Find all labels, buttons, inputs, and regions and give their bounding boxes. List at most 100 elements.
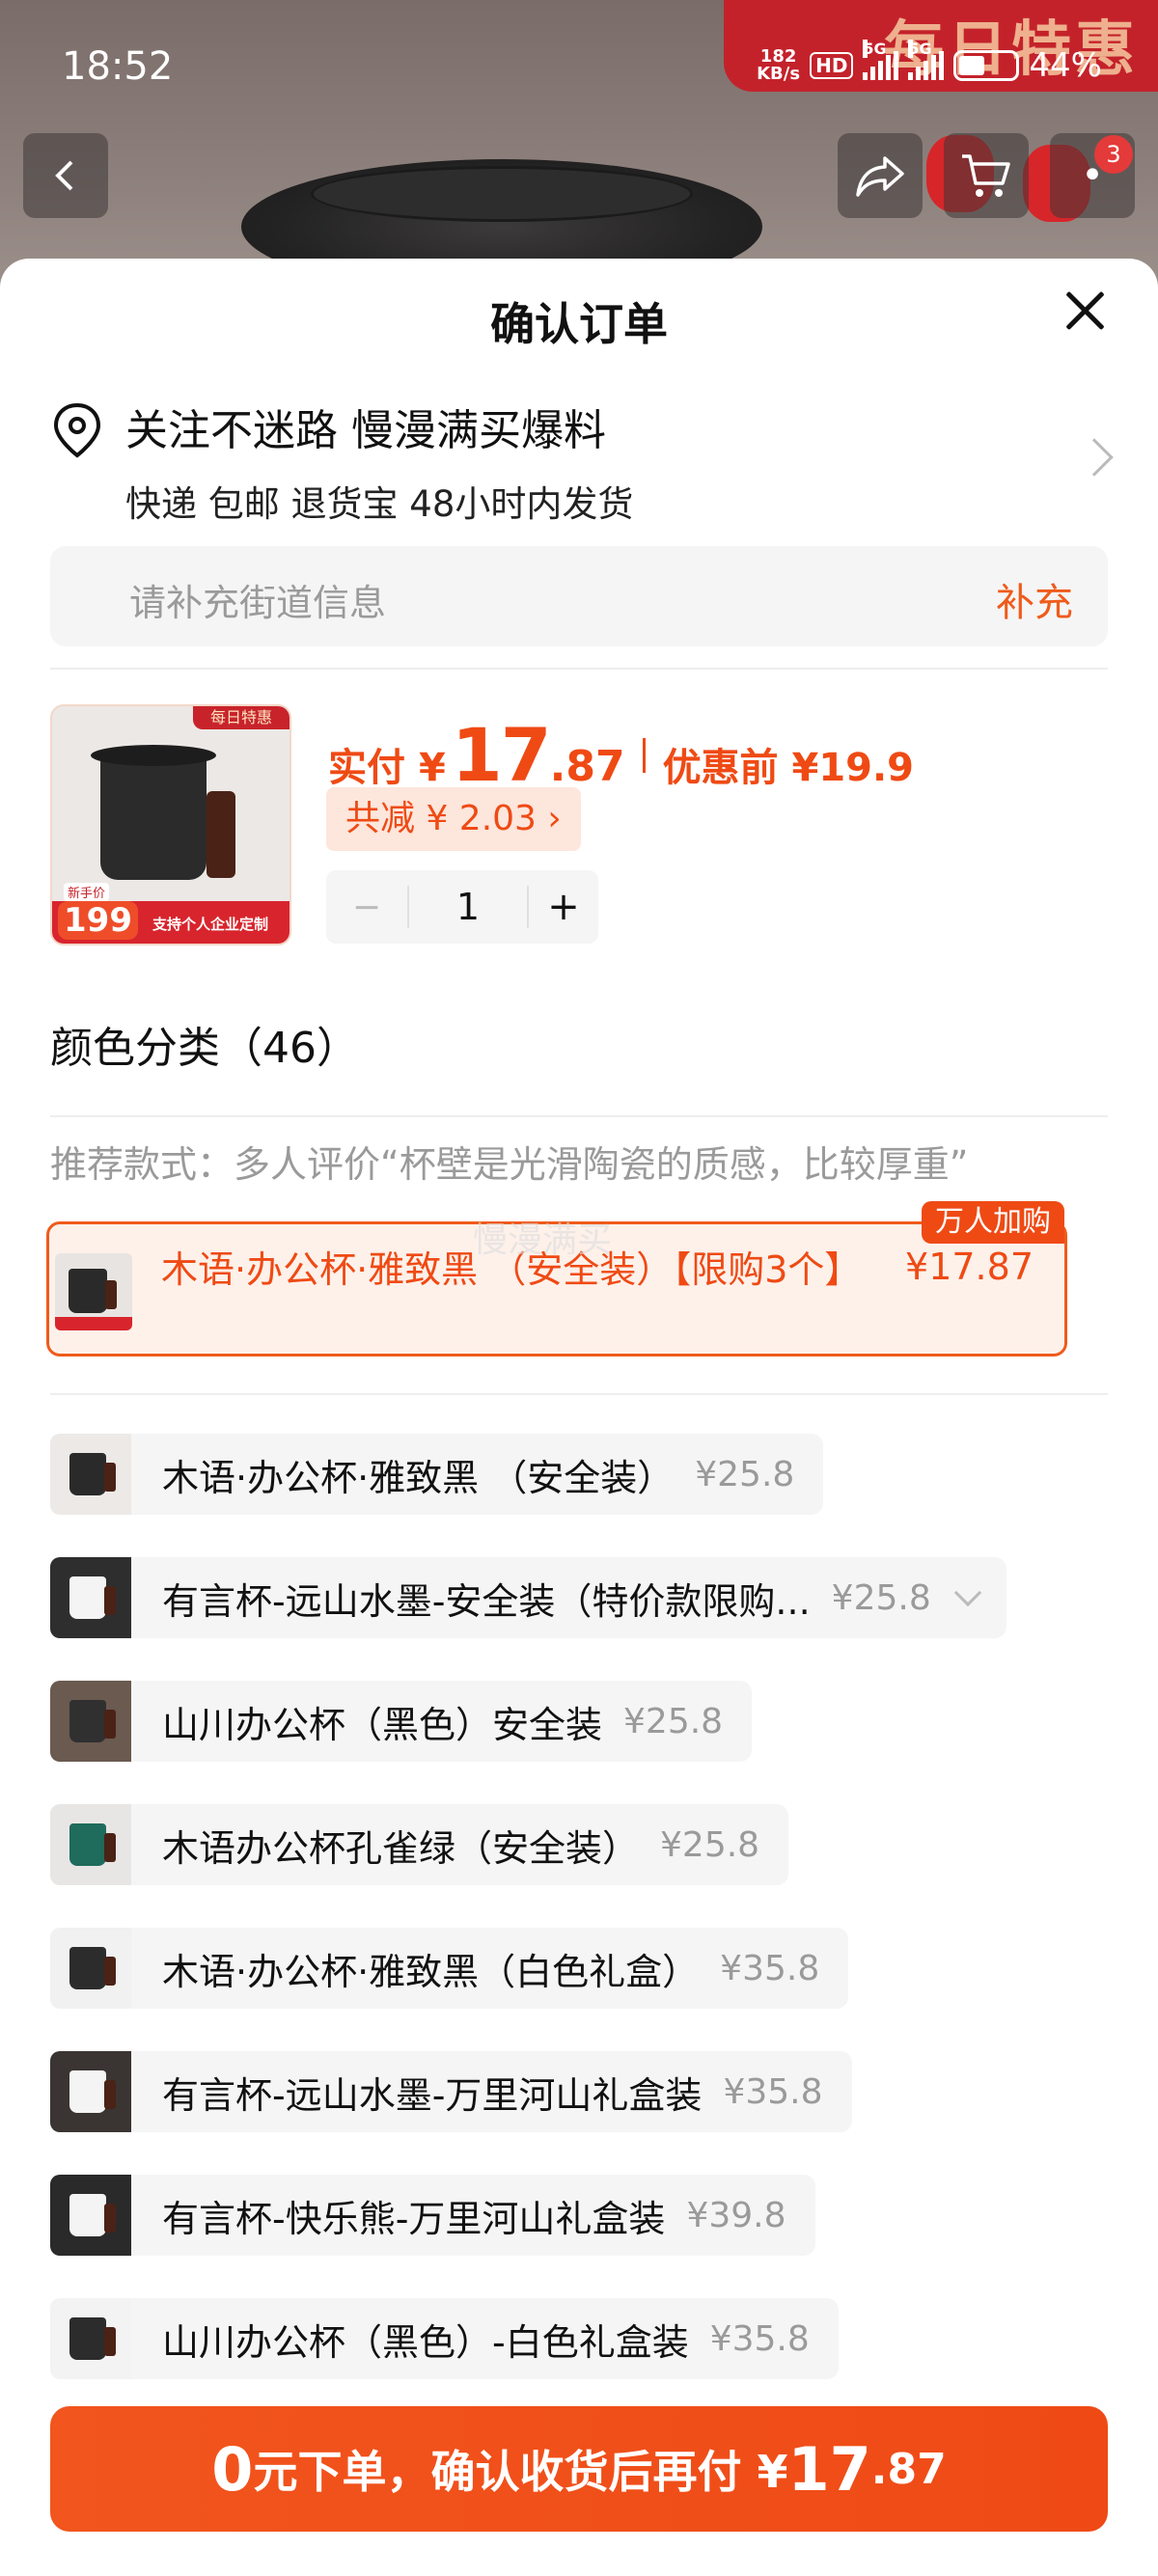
cup-lid [91, 745, 216, 766]
cart-button[interactable] [944, 133, 1029, 218]
location-pin-icon [53, 402, 101, 458]
cup-handle [104, 2327, 116, 2356]
option-item[interactable]: 木语办公杯孔雀绿（安全装） ¥25.8 [50, 1804, 789, 1885]
option-name: 山川办公杯（黑色）安全装 [162, 1703, 603, 1746]
cup-image [100, 754, 207, 880]
chevron-right-icon [1075, 438, 1114, 477]
quantity-stepper: − 1 + [326, 870, 598, 944]
option-thumbnail [50, 2298, 131, 2379]
option-thumbnail [55, 1253, 132, 1330]
cup-handle [104, 2080, 116, 2109]
cup-handle [104, 1833, 116, 1862]
cup-image [69, 2317, 106, 2360]
chevron-left-icon [55, 160, 73, 191]
hd-icon: HD [810, 52, 854, 79]
discount-chip[interactable]: 共减 ¥ 2.03 › [326, 787, 581, 851]
option-price: ¥39.8 [686, 2195, 786, 2235]
chevron-down-icon[interactable] [953, 1578, 981, 1607]
option-item[interactable]: 有言杯-远山水墨-安全装（特价款限购... ¥25.8 [50, 1557, 1006, 1638]
signal-icon: 5G [908, 40, 945, 80]
option-item[interactable]: 山川办公杯（黑色）-白色礼盒装 ¥35.8 [50, 2298, 839, 2379]
option-item[interactable]: 山川办公杯（黑色）安全装 ¥25.8 [50, 1681, 753, 1762]
option-name: 木语办公杯孔雀绿（安全装） [162, 1826, 640, 1870]
option-thumbnail [50, 2175, 131, 2256]
more-button[interactable]: • 3 [1050, 133, 1135, 218]
battery-percent: 44% [1029, 46, 1102, 85]
daily-deal-tag: 每日特惠 [193, 706, 290, 729]
decrease-button[interactable]: − [326, 888, 407, 927]
option-name: 木语·办公杯·雅致黑（白色礼盒） [162, 1950, 700, 1993]
watermark: 慢漫满买 [473, 1220, 613, 1260]
cup-handle [104, 1586, 116, 1615]
option-item[interactable]: 木语·办公杯·雅致黑 （安全装） ¥25.8 [50, 1434, 824, 1515]
option-name: 有言杯-远山水墨-万里河山礼盒装 [162, 2073, 703, 2117]
system-indicators: 182 KB/s HD 5G 5G 44% [757, 40, 1102, 85]
net-speed: 182 KB/s [757, 46, 801, 84]
thumbnail-slogan: 支持个人企业定制 [152, 916, 269, 933]
cart-icon [962, 154, 1010, 197]
price-line: 实付 ¥ 17 .87 优惠前 ¥19.9 [328, 712, 914, 798]
cup-handle [104, 1710, 116, 1739]
divider [50, 668, 1108, 670]
cup-image [69, 1453, 106, 1495]
option-price: ¥25.8 [660, 1824, 760, 1865]
supplement-button[interactable]: 补充 [996, 571, 1073, 627]
option-thumbnail [50, 1434, 131, 1515]
option-price: ¥25.8 [695, 1454, 795, 1494]
address-row[interactable]: 关注不迷路 慢漫满买爆料 快递 包邮 退货宝 48小时内发货 [50, 396, 1114, 531]
option-thumbnail [50, 1928, 131, 2009]
increase-button[interactable]: + [529, 885, 598, 929]
sheet-title: 确认订单 [490, 298, 668, 350]
option-name: 山川办公杯（黑色）-白色礼盒装 [162, 2320, 689, 2364]
price-decimal: .87 [549, 742, 625, 791]
option-price: ¥25.8 [623, 1701, 724, 1741]
original-price: 优惠前 ¥19.9 [662, 746, 915, 790]
option-item[interactable]: 有言杯-快乐熊-万里河山礼盒装 ¥39.8 [50, 2175, 815, 2256]
option-item[interactable]: 有言杯-远山水墨-万里河山礼盒装 ¥35.8 [50, 2051, 852, 2132]
quantity-value[interactable]: 1 [407, 886, 529, 928]
close-icon[interactable] [1056, 282, 1114, 340]
divider [50, 1393, 1108, 1395]
option-price: ¥35.8 [723, 2071, 823, 2112]
yen-sign: ¥ [419, 746, 446, 790]
thumbnail-price: 199 [58, 901, 138, 940]
popular-tag: 万人加购 [922, 1201, 1064, 1244]
place-order-button[interactable]: 0 元下单，确认收货后再付 ¥ 17 .87 [50, 2406, 1108, 2532]
cup-handle [104, 1957, 116, 1986]
option-name: 有言杯-快乐熊-万里河山礼盒装 [162, 2197, 666, 2240]
cup-image [69, 2194, 106, 2236]
option-price: ¥17.87 [905, 1246, 1034, 1288]
cart-count-badge: 3 [1094, 135, 1133, 174]
price-integer: 17 [451, 712, 552, 798]
back-button[interactable] [23, 133, 108, 218]
status-time: 18:52 [62, 44, 174, 89]
shipping-info: 快递 包邮 退货宝 48小时内发货 [125, 483, 634, 525]
product-lid-knob [311, 166, 693, 222]
option-thumbnail [50, 2051, 131, 2132]
share-button[interactable] [838, 133, 923, 218]
status-bar: 18:52 182 KB/s HD 5G 5G 44% [0, 0, 1158, 135]
confirm-order-sheet: 确认订单 关注不迷路 慢漫满买爆料 快递 包邮 退货宝 48小时内发货 请补充街… [0, 259, 1158, 2576]
option-price: ¥35.8 [709, 2318, 810, 2359]
pay-label: 实付 [328, 746, 405, 790]
divider [50, 1115, 1108, 1117]
battery-icon [953, 50, 1020, 81]
cup-image [69, 2070, 106, 2113]
cup-handle [207, 791, 235, 878]
color-category-title: 颜色分类（46） [50, 1024, 359, 1073]
price-separator [642, 737, 646, 773]
option-thumbnail [50, 1681, 131, 1762]
product-thumbnail[interactable]: 每日特惠 新手价 199 支持个人企业定制 [50, 704, 291, 945]
recommendation-text: 推荐款式：多人评价“杯壁是光滑陶瓷的质感，比较厚重” [50, 1143, 969, 1186]
address-name: 关注不迷路 慢漫满买爆料 [125, 406, 606, 455]
street-info-field[interactable]: 请补充街道信息 补充 [50, 546, 1108, 646]
cup-image [69, 1823, 106, 1866]
cup-image [69, 1576, 106, 1619]
cup-handle [104, 1463, 116, 1492]
share-icon [856, 156, 904, 197]
option-name: 有言杯-远山水墨-安全装（特价款限购... [162, 1579, 811, 1623]
option-item[interactable]: 木语·办公杯·雅致黑（白色礼盒） ¥35.8 [50, 1928, 849, 2009]
cup-image [69, 1947, 106, 1989]
cup-image [69, 1700, 106, 1742]
newbie-price-tag: 新手价 [64, 883, 110, 901]
